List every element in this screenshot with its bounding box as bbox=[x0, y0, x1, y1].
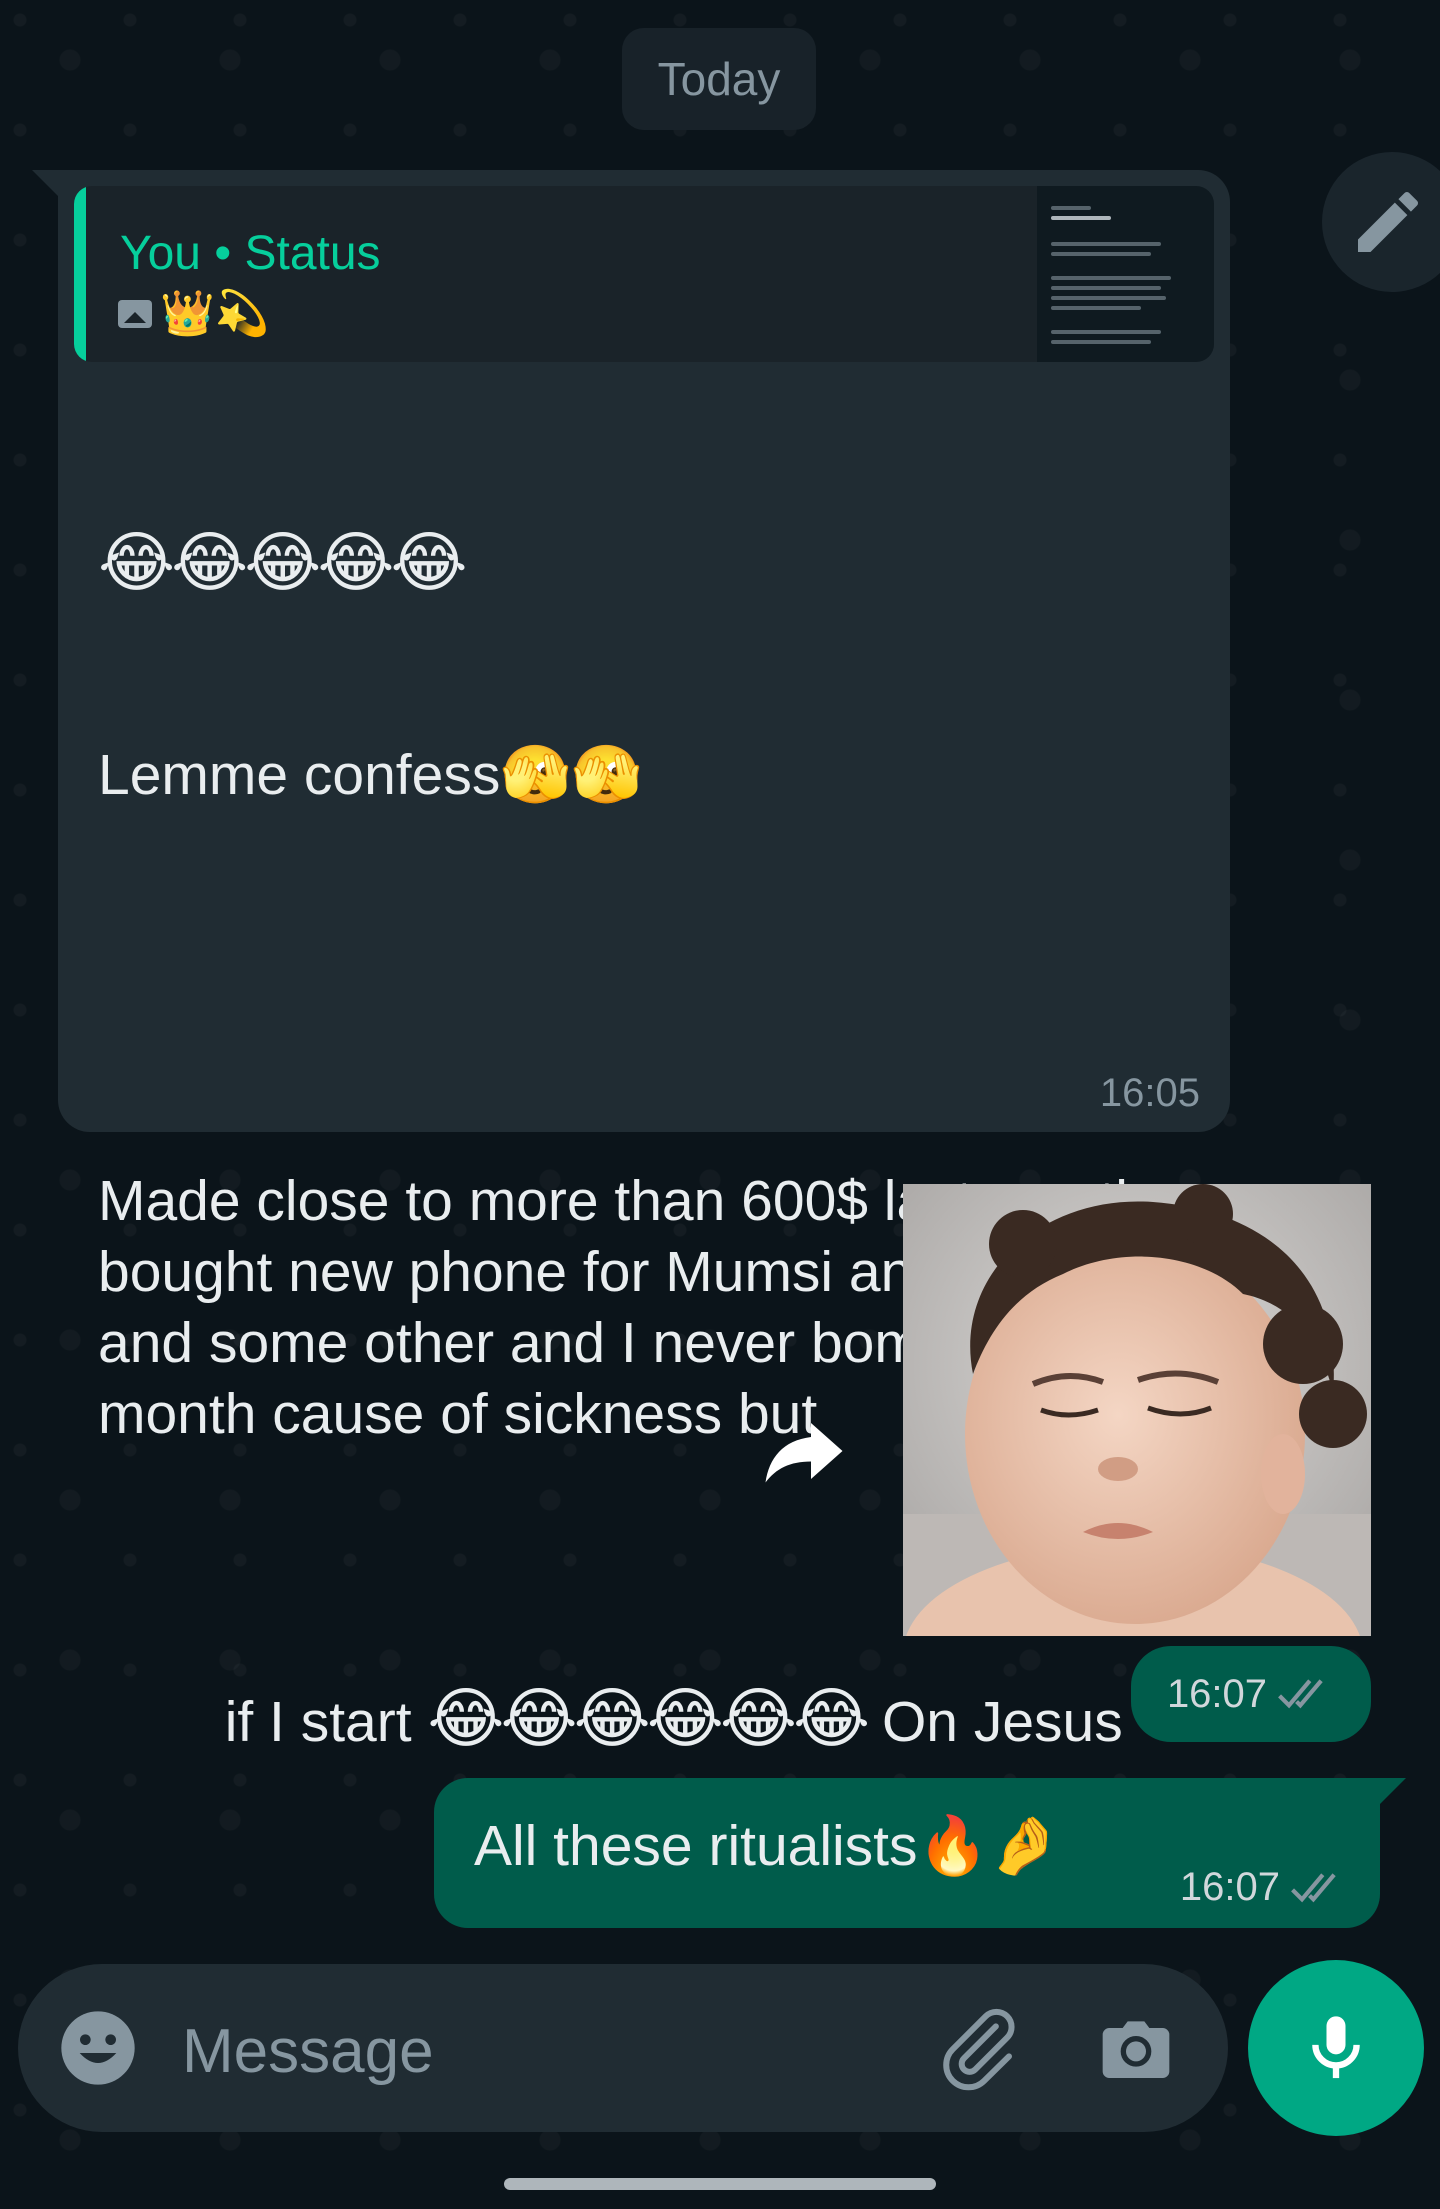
status-thumbnail bbox=[1037, 186, 1214, 362]
last-line-start: if I start bbox=[224, 1690, 428, 1754]
status-reply-quote[interactable]: You • Status 👑💫 bbox=[74, 186, 1214, 362]
message-time: 16:05 bbox=[1099, 1071, 1200, 1115]
quote-accent-bar bbox=[74, 186, 86, 362]
voice-message-button[interactable] bbox=[1248, 1960, 1424, 2136]
baby-sticker bbox=[903, 1184, 1371, 1636]
camera-icon bbox=[1102, 2021, 1170, 2078]
mic-icon bbox=[1312, 2016, 1360, 2079]
emoji-line: 😂😂😂😂😂 bbox=[98, 525, 468, 599]
quote-emojis: 👑💫 bbox=[160, 289, 270, 338]
image-icon bbox=[118, 300, 152, 328]
emoji-icon bbox=[61, 2011, 135, 2085]
quote-preview: 👑💫 bbox=[118, 292, 270, 336]
sticker-time: 16:07 bbox=[1166, 1671, 1268, 1716]
sticker-meta: 16:07 bbox=[1131, 1646, 1371, 1742]
message-line-1: Lemme confess🫣🫣 bbox=[98, 743, 643, 807]
edit-button[interactable] bbox=[1322, 152, 1440, 292]
last-line-emojis: 😂😂😂😂😂😂 bbox=[427, 1681, 870, 1755]
outgoing-time: 16:07 bbox=[1179, 1865, 1280, 1909]
double-check-icon bbox=[1291, 1872, 1336, 1902]
chat-screen: Today You • Status 👑💫 😂😂😂😂😂 Lemme confes… bbox=[0, 0, 1440, 2209]
outgoing-meta: 16:07 bbox=[1180, 1865, 1348, 1910]
message-input[interactable] bbox=[180, 2010, 884, 2092]
date-separator: Today bbox=[622, 28, 816, 130]
outgoing-message[interactable]: All these ritualists🔥🤌 16:07 bbox=[434, 1778, 1406, 1928]
double-check-icon bbox=[1278, 1679, 1323, 1709]
outgoing-text: All these ritualists🔥🤌 bbox=[474, 1814, 1060, 1878]
incoming-message[interactable]: You • Status 👑💫 😂😂😂😂😂 Lemme confess🫣🫣 Ma… bbox=[32, 170, 1230, 1755]
attach-icon bbox=[943, 2008, 1015, 2091]
last-line-end: On Jesus bbox=[866, 1690, 1123, 1754]
forward-icon bbox=[765, 1423, 843, 1483]
home-indicator[interactable] bbox=[504, 2178, 936, 2190]
pencil-icon bbox=[1358, 191, 1419, 252]
emoji-button[interactable] bbox=[58, 2008, 138, 2093]
camera-button[interactable] bbox=[1096, 2008, 1176, 2093]
sticker-image[interactable] bbox=[903, 1184, 1371, 1636]
quote-title: You • Status bbox=[120, 227, 381, 280]
forward-button[interactable] bbox=[762, 1416, 846, 1491]
message-composer bbox=[18, 1964, 1228, 2132]
attach-button[interactable] bbox=[934, 2002, 1024, 2097]
